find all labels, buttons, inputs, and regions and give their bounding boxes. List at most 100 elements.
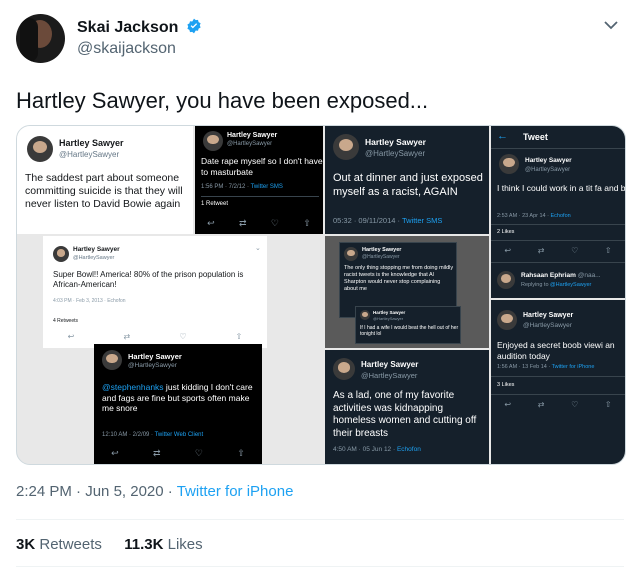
avatar bbox=[497, 271, 515, 289]
screenshot-handle: @HartleySawyer bbox=[59, 150, 120, 159]
screenshot-6[interactable]: Hartley Sawyer @HartleySawyer The only t… bbox=[325, 236, 489, 348]
avatar[interactable] bbox=[16, 14, 65, 63]
screenshot-header: Tweet bbox=[523, 132, 548, 142]
screenshot-handle: @HartleySawyer bbox=[365, 149, 426, 158]
screenshot-meta: 05:32 · 09/11/2014 · Twitter SMS bbox=[333, 216, 443, 225]
screenshot-text: Super Bowl!! America! 80% of the prison … bbox=[53, 270, 244, 289]
back-arrow-icon[interactable]: ← bbox=[497, 130, 508, 142]
avatar bbox=[53, 246, 69, 262]
screenshot-handle: @HartleySawyer bbox=[523, 322, 572, 329]
action-bar: ↩ ⇄ ♡ ⇧ bbox=[195, 218, 323, 229]
reply-icon[interactable]: ↩ bbox=[111, 448, 119, 459]
screenshot-text: @stephenhanks just kidding I don't care … bbox=[102, 382, 253, 414]
tweet-date[interactable]: Jun 5, 2020 bbox=[85, 483, 163, 500]
screenshot-name: Hartley Sawyer bbox=[361, 360, 419, 369]
separator: · bbox=[167, 483, 173, 500]
avatar bbox=[497, 310, 517, 330]
retweet-icon[interactable]: ⇄ bbox=[239, 218, 247, 229]
avatar bbox=[333, 134, 359, 160]
mention-link[interactable]: @stephenhanks bbox=[102, 382, 164, 392]
screenshot-name: Hartley Sawyer bbox=[227, 132, 278, 139]
share-icon[interactable]: ⇧ bbox=[303, 218, 311, 229]
reply-icon[interactable]: ↩ bbox=[68, 332, 75, 341]
screenshot-meta: 4:03 PM · Feb 3, 2013 · Echofon bbox=[53, 298, 126, 304]
divider bbox=[491, 394, 625, 395]
reply-icon[interactable]: ↩ bbox=[504, 400, 511, 409]
share-icon[interactable]: ⇧ bbox=[237, 448, 245, 459]
divider bbox=[491, 240, 625, 241]
screenshot-meta: 1:56 PM · 7/2/12 · Twitter SMS bbox=[201, 184, 283, 190]
screenshot-handle: @HartleySawyer bbox=[73, 255, 115, 261]
divider bbox=[491, 148, 625, 149]
divider bbox=[201, 196, 319, 197]
screenshot-handle: @HartleySawyer bbox=[227, 141, 273, 147]
avatar bbox=[344, 247, 358, 261]
like-icon[interactable]: ♡ bbox=[195, 448, 203, 459]
retweet-icon[interactable]: ⇄ bbox=[123, 332, 130, 341]
action-bar: ↩ ⇄ ♡ ⇧ bbox=[43, 332, 267, 341]
retweet-icon[interactable]: ⇄ bbox=[538, 246, 545, 255]
retweet-icon[interactable]: ⇄ bbox=[538, 400, 545, 409]
display-name[interactable]: Skai Jackson bbox=[77, 18, 202, 37]
screenshot-1[interactable]: Hartley Sawyer @HartleySawyer The saddes… bbox=[17, 126, 193, 234]
like-icon[interactable]: ♡ bbox=[571, 400, 578, 409]
divider bbox=[491, 224, 625, 225]
screenshot-handle: @HartleySawyer bbox=[361, 371, 418, 380]
screenshot-name: Hartley Sawyer bbox=[362, 247, 402, 253]
screenshot-meta: 12:10 AM · 2/2/09 · Twitter Web Client bbox=[102, 432, 204, 438]
divider bbox=[491, 376, 625, 377]
screenshot-text: As a lad, one of my favorite activities … bbox=[333, 390, 477, 439]
like-icon[interactable]: ♡ bbox=[271, 218, 279, 229]
verified-icon bbox=[187, 18, 201, 34]
retweets-stat[interactable]: 3K Retweets bbox=[16, 536, 102, 553]
screenshot-handle: @HartleySawyer bbox=[373, 316, 404, 321]
screenshot-name: Hartley Sawyer bbox=[523, 312, 574, 319]
media-collage[interactable]: Hartley Sawyer @HartleySawyer The saddes… bbox=[16, 125, 626, 465]
likes-stat[interactable]: 11.3K Likes bbox=[124, 536, 202, 553]
screenshot-name: Hartley Sawyer bbox=[59, 138, 124, 148]
screenshot-handle: @HartleySawyer bbox=[525, 167, 571, 173]
share-icon[interactable]: ⇧ bbox=[236, 332, 243, 341]
screenshot-9[interactable]: Hartley Sawyer @HartleySawyer Enjoyed a … bbox=[491, 300, 625, 464]
avatar bbox=[102, 350, 122, 370]
divider bbox=[16, 519, 624, 520]
screenshot-text: Date rape myself so I don't have to mast… bbox=[201, 156, 323, 177]
share-icon[interactable]: ⇧ bbox=[605, 246, 612, 255]
handle[interactable]: @skaijackson bbox=[77, 40, 176, 58]
action-bar: ↩ ⇄ ♡ ⇧ bbox=[491, 246, 625, 255]
like-count: 3 Likes bbox=[497, 382, 515, 388]
screenshot-name: Hartley Sawyer bbox=[365, 137, 426, 147]
avatar bbox=[360, 310, 370, 320]
share-icon[interactable]: ⇧ bbox=[605, 400, 612, 409]
screenshot-meta: 2:53 AM · 23 Apr 14 · Echofon bbox=[497, 213, 571, 219]
screenshot-7[interactable]: Hartley Sawyer @HartleySawyer As a lad, … bbox=[325, 350, 489, 464]
like-icon[interactable]: ♡ bbox=[571, 246, 578, 255]
tweet-source-link[interactable]: Twitter for iPhone bbox=[177, 483, 294, 500]
screenshot-name: Hartley Sawyer bbox=[128, 352, 182, 361]
screenshot-name: Hartley Sawyer bbox=[373, 310, 406, 315]
screenshot-2[interactable]: Hartley Sawyer @HartleySawyer Date rape … bbox=[195, 126, 323, 234]
tweet-time[interactable]: 2:24 PM bbox=[16, 483, 72, 500]
tweet-text: Hartley Sawyer, you have been exposed... bbox=[16, 88, 429, 113]
avatar bbox=[499, 154, 519, 174]
screenshot-4[interactable]: Hartley Sawyer @HartleySawyer @stephenha… bbox=[94, 344, 262, 464]
chevron-down-icon[interactable]: ⌄ bbox=[255, 244, 261, 252]
avatar bbox=[203, 131, 223, 151]
screenshot-text: The saddest part about someone committin… bbox=[25, 172, 183, 211]
screenshot-handle: @HartleySawyer bbox=[362, 254, 400, 260]
reply-icon[interactable]: ↩ bbox=[207, 218, 215, 229]
screenshot-text: If I had a wife I would beat the hell ou… bbox=[360, 325, 459, 338]
reply-icon[interactable]: ↩ bbox=[504, 246, 511, 255]
inner-tweet-card: Hartley Sawyer @HartleySawyer If I had a… bbox=[355, 306, 461, 344]
engagement-stats: 3K Retweets 11.3K Likes bbox=[16, 536, 203, 553]
like-icon[interactable]: ♡ bbox=[179, 332, 186, 341]
screenshot-8[interactable]: ← Tweet Hartley Sawyer @HartleySawyer I … bbox=[491, 126, 625, 298]
retweet-icon[interactable]: ⇄ bbox=[153, 448, 161, 459]
chevron-down-icon[interactable] bbox=[604, 20, 618, 30]
separator: · bbox=[76, 483, 82, 500]
screenshot-3[interactable]: Hartley Sawyer @HartleySawyer ⌄ Super Bo… bbox=[43, 236, 267, 348]
tweet-timestamp: 2:24 PM · Jun 5, 2020 · Twitter for iPho… bbox=[16, 483, 293, 500]
screenshot-5[interactable]: Hartley Sawyer @HartleySawyer Out at din… bbox=[325, 126, 489, 234]
screenshot-meta: 4:50 AM · 05 Jun 12 · Echofon bbox=[333, 446, 421, 453]
action-bar: ↩ ⇄ ♡ ⇧ bbox=[491, 400, 625, 409]
